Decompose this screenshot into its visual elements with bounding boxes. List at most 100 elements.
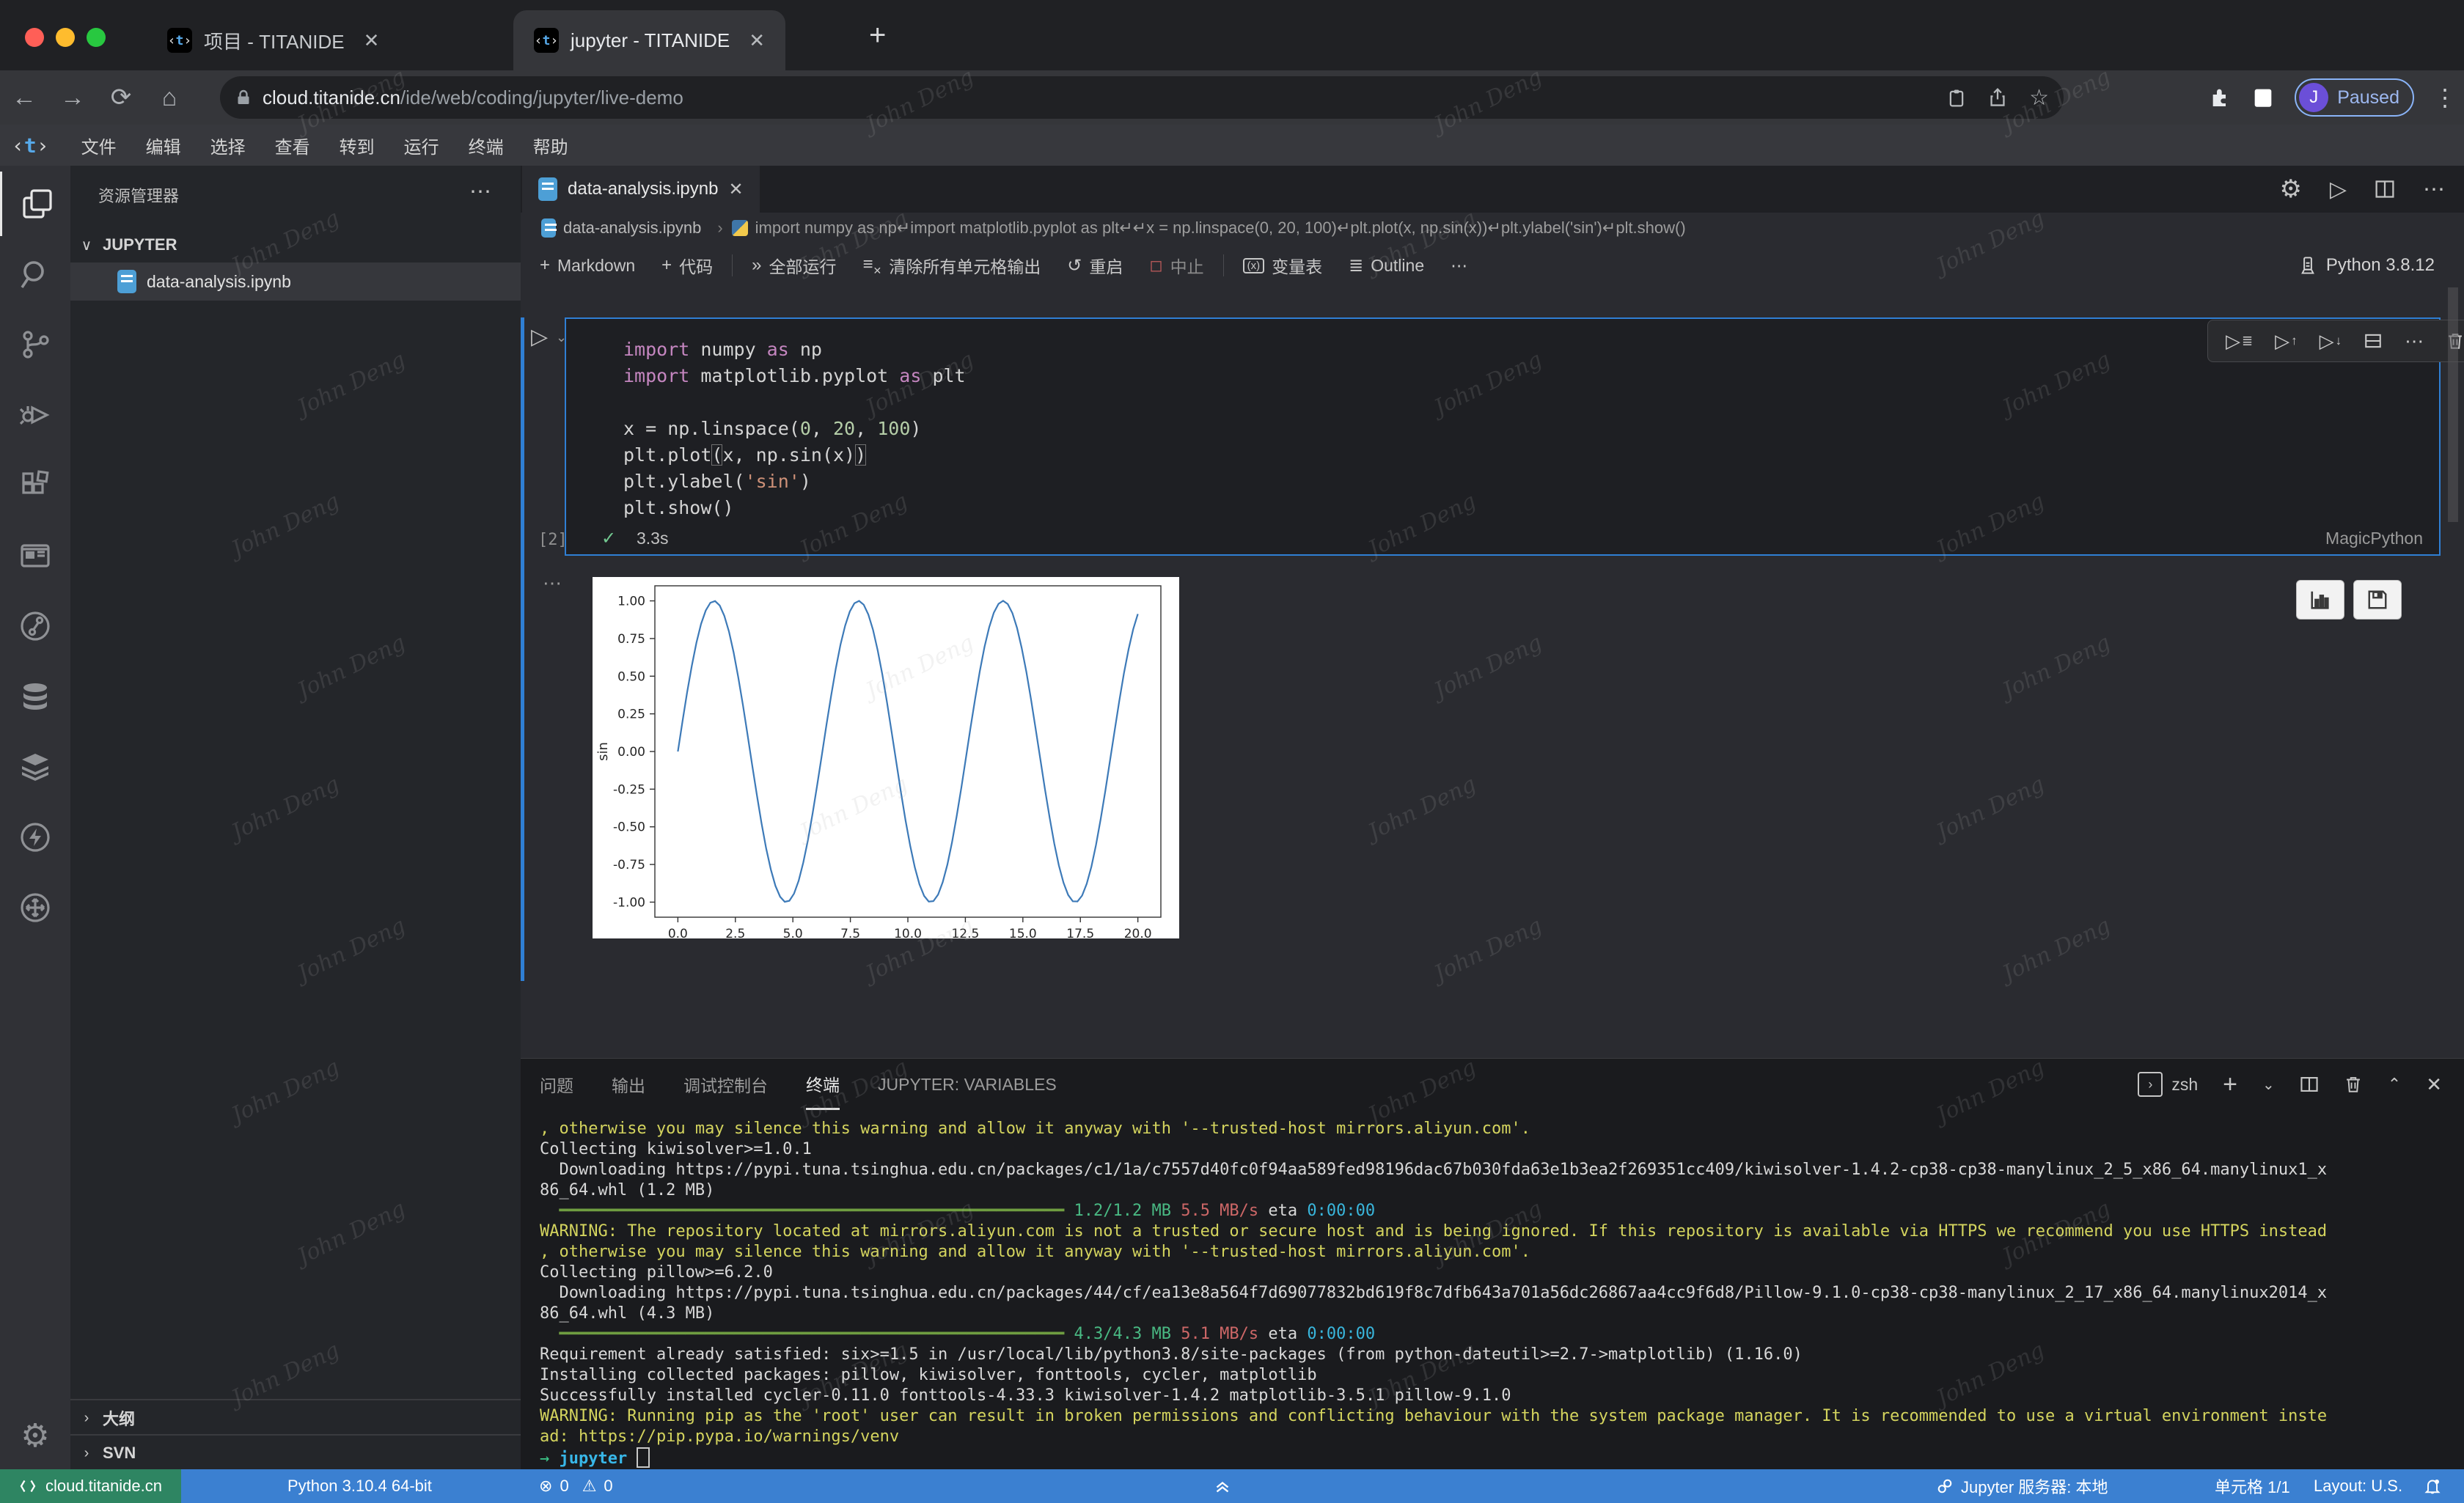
sidebar-section-jupyter[interactable]: ∨ JUPYTER xyxy=(70,227,521,262)
variables-button[interactable]: (x) 变量表 xyxy=(1243,253,1323,278)
new-terminal-icon[interactable]: + xyxy=(2223,1070,2237,1099)
settings-gear-icon[interactable]: ⚙ xyxy=(0,1403,70,1468)
panel-tab-4[interactable]: JUPYTER: VARIABLES xyxy=(878,1063,1057,1106)
extensions-icon[interactable] xyxy=(0,453,70,518)
interrupt-kernel-button[interactable]: ◻ 中止 xyxy=(1149,253,1203,278)
add-code-button[interactable]: + 代码 xyxy=(661,253,713,278)
terminal-dropdown-icon[interactable]: ⌄ xyxy=(2262,1076,2275,1094)
menu-item-1[interactable]: 编辑 xyxy=(131,133,196,158)
cell-indicator-status[interactable]: 单元格 1/1 xyxy=(2215,1469,2290,1503)
menu-item-6[interactable]: 终端 xyxy=(454,133,518,158)
terminal-output[interactable]: , otherwise you may silence this warning… xyxy=(540,1119,2446,1469)
breadcrumb[interactable]: data-analysis.ipynb › import numpy as np… xyxy=(521,213,2464,243)
notebook-settings-gear-icon[interactable]: ⚙ xyxy=(2279,174,2301,204)
layers-icon[interactable] xyxy=(0,735,70,799)
breadcrumb-cell-preview[interactable]: import numpy as np↵import matplotlib.pyp… xyxy=(755,218,1686,238)
run-above-icon[interactable]: ▷↑ xyxy=(2275,330,2298,353)
outline-button[interactable]: ≣ Outline xyxy=(1349,255,1424,276)
live-preview-icon[interactable] xyxy=(0,523,70,588)
file-item-notebook[interactable]: data-analysis.ipynb xyxy=(70,262,521,301)
sidebar-section-outline[interactable]: › 大纲 xyxy=(70,1399,521,1436)
home-icon[interactable]: ⌂ xyxy=(145,84,194,112)
code-cell[interactable]: import numpy as npimport matplotlib.pypl… xyxy=(565,317,2441,556)
menu-item-4[interactable]: 转到 xyxy=(325,133,389,158)
python-interpreter-status[interactable]: Python 3.10.4 64-bit xyxy=(287,1469,432,1503)
restart-kernel-button[interactable]: ↺ 重启 xyxy=(1067,253,1123,278)
close-editor-tab-icon[interactable]: ✕ xyxy=(728,179,743,200)
breadcrumb-file[interactable]: data-analysis.ipynb xyxy=(563,218,701,238)
thunder-client-icon[interactable] xyxy=(0,805,70,870)
close-panel-icon[interactable]: ✕ xyxy=(2426,1073,2442,1096)
panel-tab-2[interactable]: 调试控制台 xyxy=(683,1060,768,1109)
browser-menu-icon[interactable]: ⋮ xyxy=(2433,84,2457,111)
reveal-panel-chevrons[interactable] xyxy=(1214,1469,1231,1503)
database-icon[interactable] xyxy=(0,664,70,729)
save-plot-button[interactable] xyxy=(2353,580,2402,620)
remote-indicator[interactable]: cloud.titanide.cn xyxy=(0,1469,181,1503)
cell-more-actions-icon[interactable]: ⋯ xyxy=(2405,330,2424,353)
bookmark-star-icon[interactable]: ☆ xyxy=(2029,85,2049,111)
menu-item-3[interactable]: 查看 xyxy=(260,133,325,158)
close-tab-icon[interactable]: ✕ xyxy=(364,29,380,52)
side-panel-icon[interactable] xyxy=(2251,85,2276,110)
address-bar[interactable]: cloud.titanide.cn /ide/web/coding/jupyte… xyxy=(220,76,2064,119)
forward-icon[interactable]: → xyxy=(48,84,97,112)
problems-status[interactable]: ⊗ 0 ⚠ 0 xyxy=(539,1469,613,1503)
menu-item-2[interactable]: 选择 xyxy=(196,133,260,158)
run-all-button[interactable]: » 全部运行 xyxy=(752,253,836,278)
menu-item-0[interactable]: 文件 xyxy=(67,133,131,158)
sidebar-section-svn[interactable]: › SVN xyxy=(70,1434,521,1471)
zoom-window-button[interactable] xyxy=(87,28,106,47)
open-plot-viewer-button[interactable] xyxy=(2296,580,2344,620)
browser-tab-jupyter[interactable]: ‹t› jupyter - TITANIDE ✕ xyxy=(513,10,785,70)
split-cell-icon[interactable] xyxy=(2364,331,2383,350)
execute-by-line-icon[interactable]: ▷≣ xyxy=(2226,330,2253,353)
menu-item-5[interactable]: 运行 xyxy=(389,133,454,158)
run-below-icon[interactable]: ▷↓ xyxy=(2320,330,2342,353)
run-debug-icon[interactable] xyxy=(0,383,70,447)
source-control-icon[interactable] xyxy=(0,312,70,377)
gitlens-icon[interactable] xyxy=(0,594,70,658)
explorer-icon[interactable] xyxy=(0,172,73,236)
keyboard-layout-status[interactable]: Layout: U.S. xyxy=(2314,1469,2402,1503)
close-window-button[interactable] xyxy=(25,28,44,47)
panel-tab-0[interactable]: 问题 xyxy=(540,1060,573,1109)
remote-targets-icon[interactable] xyxy=(0,875,70,940)
editor-tab-notebook[interactable]: data-analysis.ipynb ✕ xyxy=(522,166,760,213)
outline-icon: ≣ xyxy=(1349,255,1363,276)
add-markdown-button[interactable]: + Markdown xyxy=(540,255,635,276)
extensions-puzzle-icon[interactable] xyxy=(2208,86,2232,109)
editor-more-actions-icon[interactable]: ⋯ xyxy=(2423,177,2445,202)
notifications-bell[interactable] xyxy=(2424,1469,2441,1503)
cell-code[interactable]: import numpy as npimport matplotlib.pypl… xyxy=(623,337,966,521)
svg-text:7.5: 7.5 xyxy=(840,927,860,938)
terminal-instance-picker[interactable]: › zsh xyxy=(2138,1072,2198,1097)
browser-tab-project[interactable]: ‹t› 项目 - TITANIDE ✕ xyxy=(147,10,400,70)
kill-terminal-trash-icon[interactable] xyxy=(2344,1075,2363,1094)
new-tab-button[interactable]: + xyxy=(869,19,886,52)
run-all-play-icon[interactable]: ▷ xyxy=(2330,177,2347,202)
back-icon[interactable]: ← xyxy=(0,84,48,112)
maximize-panel-icon[interactable]: ⌃ xyxy=(2388,1075,2401,1094)
split-editor-icon[interactable] xyxy=(2375,179,2395,199)
kernel-picker[interactable]: Python 3.8.12 xyxy=(2298,255,2435,276)
reload-icon[interactable]: ⟳ xyxy=(97,83,145,112)
menu-item-7[interactable]: 帮助 xyxy=(518,133,583,158)
profile-button[interactable]: J Paused xyxy=(2295,78,2414,117)
jupyter-server-status[interactable]: Jupyter 服务器: 本地 xyxy=(1936,1469,2108,1503)
cell-language-label[interactable]: MagicPython xyxy=(2325,529,2423,548)
panel-tab-3[interactable]: 终端 xyxy=(806,1059,840,1110)
minimize-window-button[interactable] xyxy=(56,28,75,47)
output-gutter-more-icon[interactable]: ⋯ xyxy=(543,572,562,595)
share-icon[interactable] xyxy=(1988,88,2007,107)
sidebar-more-icon[interactable]: ⋯ xyxy=(469,179,491,205)
editor-scrollbar[interactable] xyxy=(2448,287,2458,522)
clear-outputs-button[interactable]: ≡✕ 清除所有单元格输出 xyxy=(863,253,1041,278)
close-tab-icon[interactable]: ✕ xyxy=(749,29,765,52)
search-icon[interactable] xyxy=(0,242,70,306)
clipboard-icon[interactable] xyxy=(1947,88,1966,107)
run-cell-icon[interactable]: ▷ xyxy=(531,324,548,350)
toolbar-more-button[interactable]: ⋯ xyxy=(1451,256,1467,276)
split-terminal-icon[interactable] xyxy=(2300,1075,2319,1094)
panel-tab-1[interactable]: 输出 xyxy=(612,1060,645,1109)
